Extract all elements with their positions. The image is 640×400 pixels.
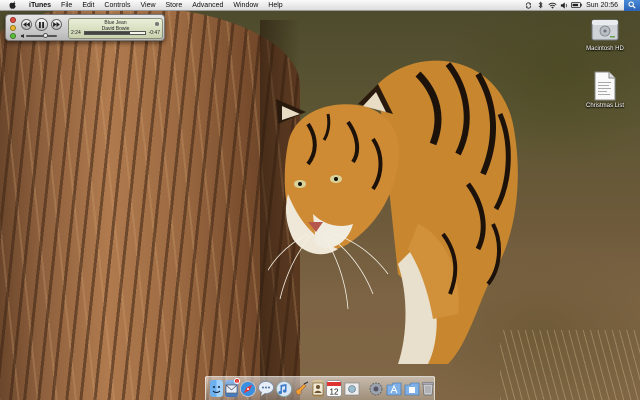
pause-button[interactable] <box>35 18 48 31</box>
progress-row: 2:24 -0:47 <box>71 30 160 36</box>
ical-icon[interactable]: 12 <box>326 380 342 397</box>
menu-edit[interactable]: Edit <box>77 0 99 11</box>
svg-text:12: 12 <box>330 387 339 396</box>
preview-icon[interactable] <box>344 380 360 397</box>
close-window-icon[interactable] <box>10 17 16 23</box>
ichat-icon[interactable] <box>258 380 274 397</box>
finder-icon[interactable] <box>210 380 223 397</box>
bluetooth-icon[interactable] <box>534 0 546 11</box>
menu-view[interactable]: View <box>135 0 160 11</box>
menu-file[interactable]: File <box>56 0 77 11</box>
snapback-icon[interactable] <box>155 22 159 26</box>
volume-knob[interactable] <box>42 33 48 38</box>
itunes-mini-player[interactable]: Blue Jean David Bowie 2:24 -0:47 <box>5 14 165 41</box>
system-preferences-icon[interactable] <box>368 380 384 397</box>
garageband-icon[interactable] <box>294 380 310 397</box>
progress-bar[interactable] <box>83 31 146 35</box>
address-book-icon[interactable] <box>312 380 324 397</box>
menu-window[interactable]: Window <box>228 0 263 11</box>
volume-low-icon <box>21 34 24 38</box>
menu-help[interactable]: Help <box>263 0 287 11</box>
desktop-wallpaper <box>0 0 640 400</box>
elapsed-time: 2:24 <box>71 30 81 36</box>
menu-advanced[interactable]: Advanced <box>187 0 228 11</box>
wifi-icon[interactable] <box>546 0 558 11</box>
battery-icon[interactable] <box>570 0 582 11</box>
next-track-button[interactable] <box>51 19 62 30</box>
document-icon <box>590 71 620 101</box>
safari-icon[interactable] <box>240 380 256 397</box>
minimize-window-icon[interactable] <box>10 25 16 31</box>
sync-icon[interactable] <box>522 0 534 11</box>
menu-clock[interactable]: Sun 20:56 <box>582 2 624 9</box>
documents-folder-icon[interactable] <box>404 380 420 397</box>
menu-extras: Sun 20:56 <box>522 0 640 11</box>
volume-slider[interactable] <box>21 33 61 38</box>
desktop-icon-macintosh-hd[interactable]: Macintosh HD <box>575 14 635 52</box>
menu-store[interactable]: Store <box>161 0 188 11</box>
volume-icon[interactable] <box>558 0 570 11</box>
menu-bar: iTunes File Edit Controls View Store Adv… <box>0 0 640 11</box>
previous-track-button[interactable] <box>21 19 32 30</box>
trash-icon[interactable] <box>422 380 434 397</box>
remaining-time: -0:47 <box>148 30 160 36</box>
itunes-icon[interactable] <box>276 380 292 397</box>
desktop-icon-label: Christmas List <box>585 103 624 109</box>
progress-fill <box>84 32 130 34</box>
volume-track <box>26 35 57 37</box>
hard-drive-icon <box>590 14 620 44</box>
zoom-window-icon[interactable] <box>10 33 16 39</box>
desktop-icon-label: Macintosh HD <box>586 46 624 52</box>
menu-app-itunes[interactable]: iTunes <box>24 0 56 11</box>
now-playing-display[interactable]: Blue Jean David Bowie 2:24 -0:47 <box>68 18 163 39</box>
spotlight-icon[interactable] <box>624 0 640 11</box>
mail-icon[interactable]: 1 <box>225 378 240 397</box>
dock: 1 12 <box>205 376 435 400</box>
tiger-image <box>268 60 518 364</box>
desktop-icon-christmas-list[interactable]: Christmas List <box>575 71 635 109</box>
tree-trunk <box>0 6 300 400</box>
apple-menu-icon[interactable] <box>7 1 17 9</box>
menu-controls[interactable]: Controls <box>99 0 135 11</box>
applications-folder-icon[interactable] <box>386 380 402 397</box>
